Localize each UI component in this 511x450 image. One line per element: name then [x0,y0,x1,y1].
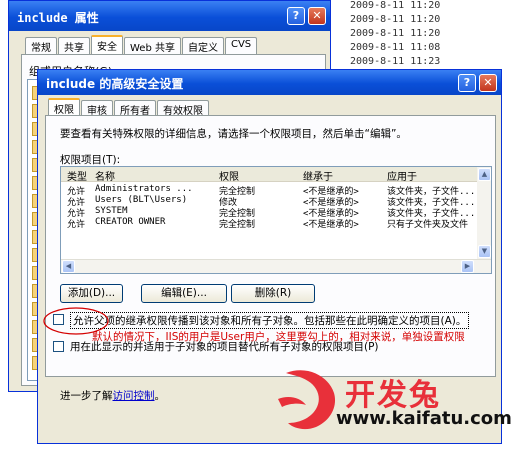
learn-more-prefix: 进一步了解 [60,390,113,402]
learn-more-text: 进一步了解访问控制。 [60,388,165,403]
row-permission: 完全控制 [219,220,256,230]
tab-sharing[interactable]: 共享 [58,37,90,54]
edit-button[interactable]: 编辑(E)... [141,284,227,303]
learn-more-suffix: 。 [154,390,166,402]
dialog-title: include 的高级安全设置 [46,77,184,91]
horizontal-scrollbar[interactable]: ◀ ▶ [61,259,491,273]
file-date: 2009-8-11 11:20 [350,0,441,11]
row-name: CREATOR OWNER [95,217,166,227]
watermark: 开发兔 www.kaifatu.com [270,355,511,445]
row-apply-to: 只有子文件夹及文件 [387,220,469,230]
table-row[interactable]: 允许 SYSTEM 完全控制 <不是继承的> 该文件夹，子文件... [61,206,491,219]
row-inherited-from: <不是继承的> [303,220,359,230]
row-type: 允许 [67,220,86,230]
permissions-description: 要查看有关特殊权限的详细信息，请选择一个权限项目，然后单击“编辑”。 [60,128,407,140]
row-name: Users (BLT\Users) [95,195,188,205]
inherit-permissions-label[interactable]: 允许父项的继承权限传播到该对象和所有子对象。包括那些在此明确定义的项目(A)。 [70,312,470,329]
table-row[interactable]: 允许 CREATOR OWNER 完全控制 <不是继承的> 只有子文件夹及文件 [61,217,491,230]
access-control-link[interactable]: 访问控制 [113,390,155,402]
table-row[interactable]: 允许 Administrators ... 完全控制 <不是继承的> 该文件夹，… [61,184,491,197]
column-header-permission[interactable]: 权限 [219,168,239,183]
column-header-name[interactable]: 名称 [95,168,115,183]
file-date: 2009-8-11 11:20 [350,14,441,25]
list-header: 类型 名称 权限 继承于 应用于 [61,167,491,183]
remove-button[interactable]: 删除(R) [231,284,315,303]
close-icon[interactable]: ✕ [479,74,497,92]
file-date: 2009-8-11 11:20 [350,28,441,39]
add-button[interactable]: 添加(D)... [60,284,123,303]
tab-web-sharing[interactable]: Web 共享 [124,37,181,54]
table-row[interactable]: 允许 Users (BLT\Users) 修改 <不是继承的> 该文件夹，子文件… [61,195,491,208]
tab-cvs[interactable]: CVS [224,37,258,54]
permission-entries-label: 权限项目(T): [60,154,121,166]
help-icon[interactable]: ? [458,74,476,92]
scroll-down-icon[interactable]: ▼ [478,245,491,258]
rabbit-logo-icon [278,370,336,430]
tab-general[interactable]: 常规 [25,37,57,54]
row-name: Administrators ... [95,184,193,194]
replace-child-permissions-checkbox[interactable] [53,341,64,352]
permission-entries-list[interactable]: 类型 名称 权限 继承于 应用于 允许 Administrators ... 完… [60,166,492,274]
properties-titlebar[interactable]: include 属性 ? ✕ [9,1,330,31]
scroll-right-icon[interactable]: ▶ [461,260,474,273]
replace-child-permissions-label[interactable]: 用在此显示的并适用于子对象的项目替代所有子对象的权限项目(P) [70,339,379,354]
properties-tabs: 常规 共享 安全 Web 共享 自定义 CVS [25,35,258,55]
background-file-list: 2009-8-11 11:20 2009-8-11 11:20 2009-8-1… [338,0,511,76]
column-header-type[interactable]: 类型 [67,168,87,183]
close-icon[interactable]: ✕ [308,7,326,25]
column-header-apply-to[interactable]: 应用于 [387,168,417,183]
scroll-up-icon[interactable]: ▲ [478,168,491,181]
dialog-titlebar[interactable]: include 的高级安全设置 ? ✕ [38,70,501,95]
file-date: 2009-8-11 11:23 [350,56,441,67]
tab-security[interactable]: 安全 [91,35,123,55]
vertical-scrollbar[interactable]: ▲ ▼ [477,167,491,273]
scroll-left-icon[interactable]: ◀ [62,260,75,273]
file-date: 2009-8-11 11:08 [350,42,441,53]
watermark-url: www.kaifatu.com [336,408,511,429]
column-header-inherited-from[interactable]: 继承于 [303,168,333,183]
dialog-tabs: 权限 审核 所有者 有效权限 [48,98,210,118]
row-name: SYSTEM [95,206,128,216]
properties-title: include 属性 [17,11,99,25]
help-icon[interactable]: ? [287,7,305,25]
tab-custom[interactable]: 自定义 [181,37,224,54]
